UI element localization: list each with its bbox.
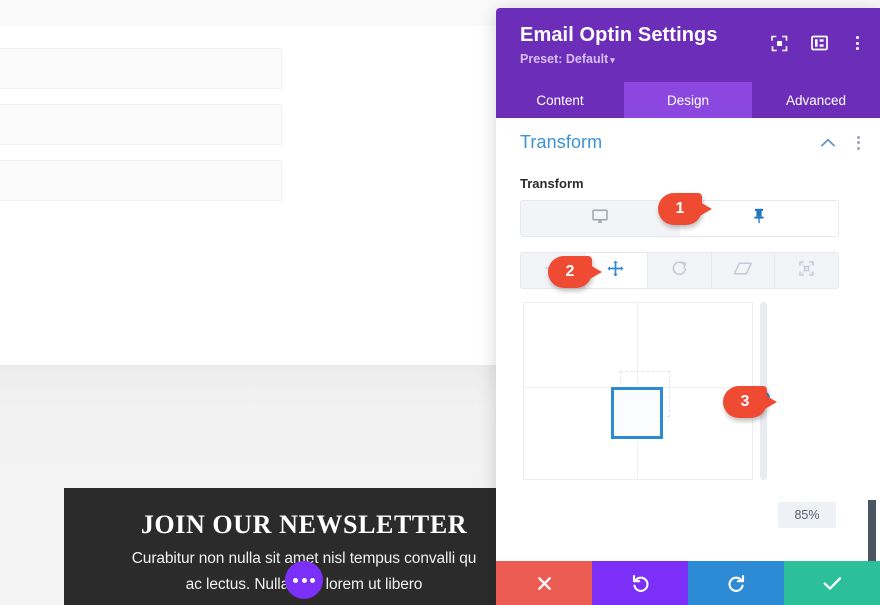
panel-tabs: Content Design Advanced: [496, 82, 880, 118]
redo-arrow-icon: [727, 574, 746, 592]
panel-header-icons: [770, 34, 864, 52]
chevron-down-icon: ▾: [610, 55, 615, 65]
transform-mode-skew[interactable]: [712, 253, 776, 288]
dot: [856, 141, 860, 144]
redo-button[interactable]: [688, 561, 784, 605]
pin-breakpoint-toggle[interactable]: [679, 201, 838, 236]
skew-icon: [733, 261, 753, 281]
dot: [856, 146, 860, 150]
kebab-menu-icon[interactable]: [850, 36, 864, 50]
page-placeholder-field: [0, 104, 282, 145]
desktop-icon: [592, 208, 608, 229]
dot: [293, 577, 298, 583]
translate-partial-icon: [544, 260, 560, 281]
desktop-breakpoint-toggle[interactable]: [521, 201, 680, 236]
fullscreen-icon[interactable]: [770, 34, 788, 52]
transform-preview-canvas[interactable]: [523, 302, 753, 480]
panel-scrollbar[interactable]: [868, 500, 876, 561]
tab-content[interactable]: Content: [496, 82, 624, 118]
ellipsis-icon[interactable]: [285, 561, 323, 599]
section-title[interactable]: Transform: [520, 132, 818, 153]
transform-mode-origin[interactable]: [775, 253, 838, 288]
page-placeholder-field: [0, 160, 282, 201]
scale-icon: [798, 260, 815, 282]
transform-mode-toolbar: [520, 252, 839, 289]
tab-advanced[interactable]: Advanced: [752, 82, 880, 118]
settings-panel: Email Optin Settings Preset: Default ▾ C…: [496, 8, 880, 605]
layout-panel-icon[interactable]: [810, 34, 828, 52]
vertical-offset-slider[interactable]: [756, 302, 770, 480]
panel-action-bar: [496, 561, 880, 605]
page-placeholder-field: [0, 48, 282, 89]
dot: [301, 577, 307, 583]
transform-section-header: Transform: [520, 132, 864, 153]
canvas-transformed-shape[interactable]: [611, 387, 663, 439]
optin-title: JOIN OUR NEWSLETTER: [140, 510, 468, 539]
kebab-menu-icon[interactable]: [852, 135, 864, 150]
tab-design[interactable]: Design: [624, 82, 752, 118]
move-icon: [607, 260, 624, 282]
panel-header: Email Optin Settings Preset: Default ▾: [496, 8, 880, 82]
dot: [310, 577, 315, 583]
close-icon: [537, 576, 552, 591]
rotate-icon: [671, 260, 688, 282]
dot: [856, 135, 860, 139]
dot: [855, 47, 859, 50]
vertical-offset-value[interactable]: 85%: [778, 502, 836, 528]
responsive-toggle-row: [520, 200, 839, 237]
dot: [855, 36, 859, 39]
undo-button[interactable]: [592, 561, 688, 605]
save-button[interactable]: [784, 561, 880, 605]
dot: [855, 41, 859, 45]
preset-label: Preset: Default: [520, 52, 609, 66]
pin-icon: [752, 208, 766, 229]
transform-mode-translate[interactable]: [584, 253, 649, 288]
undo-arrow-icon: [631, 574, 650, 592]
preset-selector[interactable]: Preset: Default ▾: [520, 52, 858, 66]
panel-body: Transform Transform 85%: [496, 118, 880, 561]
chevron-up-icon[interactable]: [818, 133, 838, 153]
transform-mode-rotate[interactable]: [648, 253, 712, 288]
check-icon: [823, 576, 842, 591]
vertical-slider-handle[interactable]: [756, 391, 770, 406]
transform-mode-cell-0[interactable]: [521, 253, 585, 288]
transform-field-label: Transform: [520, 176, 584, 191]
cancel-button[interactable]: [496, 561, 592, 605]
